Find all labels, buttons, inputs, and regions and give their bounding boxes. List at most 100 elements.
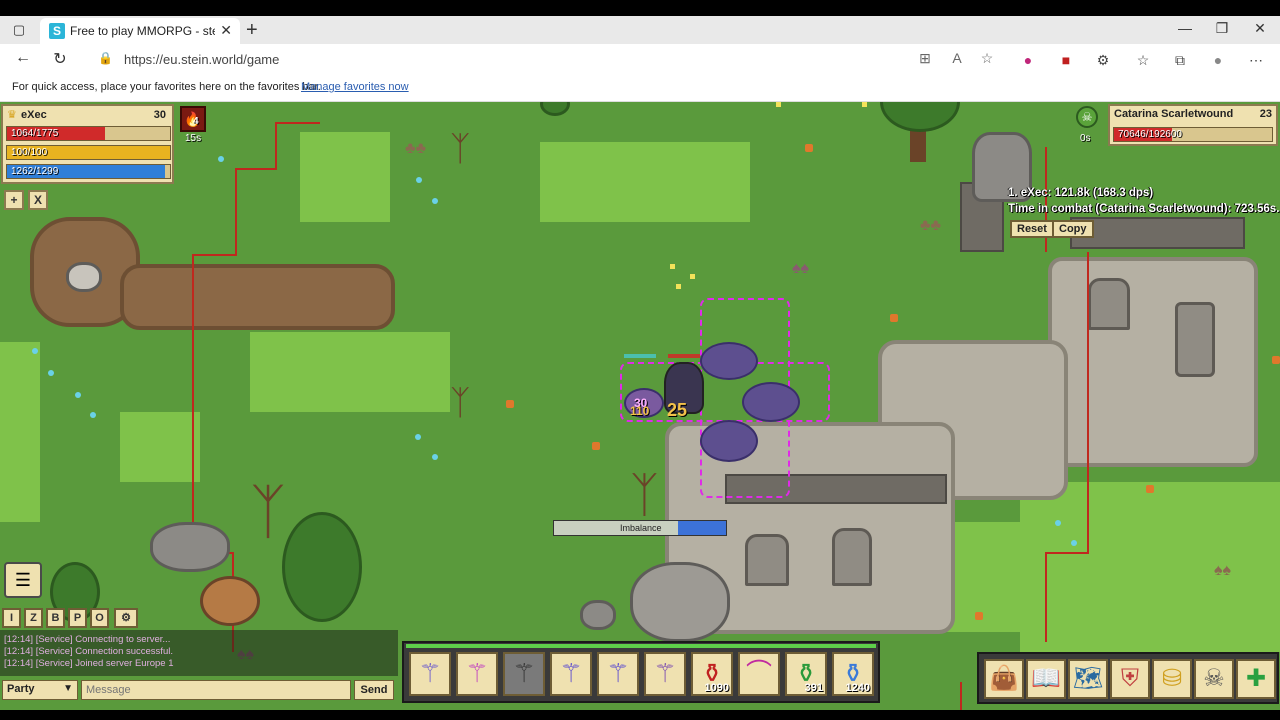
address-bar: ← ↻ 🔒 https://eu.stein.world/game ⊞ A ☆ … <box>0 44 1280 74</box>
favorites-icon[interactable]: ☆ <box>1131 52 1155 69</box>
chat-settings-icon[interactable]: ⚙ <box>114 608 138 628</box>
flower <box>1055 520 1061 526</box>
dps-entry: 1. eXec: 121.8k (168.3 dps) <box>1008 187 1154 199</box>
chat-tab-p[interactable]: P <box>68 608 87 628</box>
chat-send-button[interactable]: Send <box>354 680 394 700</box>
action-slot-9[interactable]: ⚱ 391 <box>785 652 827 696</box>
close-window-button[interactable]: ✕ <box>1245 20 1275 37</box>
refresh-button[interactable]: ↻ <box>49 49 71 69</box>
flower <box>975 612 983 620</box>
stamina-text: 100/100 <box>11 147 48 158</box>
dps-reset-button[interactable]: Reset <box>1010 220 1054 238</box>
chevron-down-icon: ▼ <box>63 683 73 694</box>
staff-icon: ⚚ <box>559 658 583 688</box>
dps-copy-button[interactable]: Copy <box>1052 220 1094 238</box>
favorite-star-icon[interactable]: ☆ <box>976 50 998 67</box>
character-armor-icon[interactable]: ⛨ <box>1110 659 1150 699</box>
player-name: eXec <box>21 109 47 121</box>
zone-boundary <box>275 122 320 124</box>
bare-tree: ᛉ <box>630 469 659 522</box>
close-tab-icon[interactable]: ✕ <box>220 22 232 39</box>
extensions-icon[interactable]: ⚙ <box>1091 52 1115 69</box>
zone-boundary <box>960 682 962 710</box>
action-slot-5[interactable]: ⚚ <box>597 652 639 696</box>
collections-icon[interactable]: ⧉ <box>1168 52 1192 69</box>
chat-message-input[interactable] <box>81 680 351 700</box>
action-slot-1[interactable]: ⚚ <box>409 652 451 696</box>
read-aloud-icon[interactable]: A <box>946 50 968 66</box>
chat-channel-select[interactable]: Party ▼ <box>2 680 78 700</box>
flower <box>415 434 421 440</box>
staff-icon: ⚚ <box>465 658 489 688</box>
flower <box>805 144 813 152</box>
chat-log[interactable]: [12:14] [Service] Connecting to server..… <box>0 630 398 676</box>
mushroom: ♣♣ <box>405 140 426 157</box>
staff-icon: ⚚ <box>606 658 630 688</box>
action-slot-8[interactable]: ⌒ <box>738 652 780 696</box>
site-favicon-icon: S <box>49 23 65 39</box>
quest-book-icon[interactable]: 📖 <box>1026 659 1066 699</box>
minimize-button[interactable]: — <box>1170 20 1200 36</box>
manage-favorites-link[interactable]: Manage favorites now <box>301 81 409 93</box>
flower <box>48 370 54 376</box>
stamina-bar: 100/100 <box>6 145 171 160</box>
grass-patch <box>540 142 750 222</box>
action-slot-3[interactable]: ⚚ <box>503 652 545 696</box>
chat-toggle-icon[interactable]: ☰ <box>4 562 42 598</box>
tab-actions-icon[interactable]: ▢ <box>8 22 30 38</box>
profile-avatar-icon[interactable]: ● <box>1206 52 1230 68</box>
enemy-mini-hp <box>624 354 656 358</box>
mana-bar: 1262/1299 <box>6 164 171 179</box>
bare-tree: ᛉ <box>450 384 471 422</box>
flower <box>432 198 438 204</box>
world-map-icon[interactable]: 🗺 <box>1068 659 1108 699</box>
inventory-bag-icon[interactable]: 👜 <box>984 659 1024 699</box>
grass-patch <box>300 132 390 222</box>
flower <box>218 156 224 162</box>
extension-icon[interactable]: ● <box>1016 52 1040 68</box>
url-field[interactable]: 🔒 https://eu.stein.world/game ⊞ A ☆ <box>84 47 1004 71</box>
maximize-button[interactable]: ❐ <box>1207 20 1237 37</box>
gravestone <box>1088 278 1130 330</box>
health-bar: 1064/1775 <box>6 126 171 141</box>
new-tab-button[interactable]: + <box>246 19 258 42</box>
more-menu-icon[interactable]: ⋯ <box>1244 52 1268 69</box>
action-slot-7[interactable]: ⚱ 1090 <box>691 652 733 696</box>
flower <box>776 102 781 107</box>
expand-hud-button[interactable]: + <box>4 190 24 210</box>
action-slot-10[interactable]: ⚱ 1240 <box>832 652 874 696</box>
flower <box>1071 540 1077 546</box>
imbalance-bar: Imbalance <box>553 520 727 536</box>
shadow-cloud <box>700 420 758 462</box>
browser-tab[interactable]: S Free to play MMORPG - stein.wo ✕ <box>40 18 240 44</box>
chat-line: [12:14] [Service] Joined server Europe 1 <box>4 658 174 669</box>
extension-badge-icon[interactable]: ■ <box>1054 52 1078 68</box>
window-titlebar <box>0 0 1280 16</box>
close-hud-button[interactable]: X <box>28 190 48 210</box>
app-available-icon[interactable]: ⊞ <box>914 50 936 67</box>
back-button[interactable]: ← <box>12 49 34 69</box>
action-slot-6[interactable]: ⚚ <box>644 652 686 696</box>
chat-tab-b[interactable]: B <box>46 608 65 628</box>
favorites-hint: For quick access, place your favorites h… <box>12 81 321 93</box>
action-slot-2[interactable]: ⚚ <box>456 652 498 696</box>
zone-boundary <box>1087 252 1089 552</box>
target-status-panel[interactable]: Catarina Scarletwound 23 70646/192600 <box>1108 104 1278 146</box>
gold-coins-icon[interactable]: ⛁ <box>1152 659 1192 699</box>
gravestone <box>745 534 789 586</box>
action-slot-4[interactable]: ⚚ <box>550 652 592 696</box>
zone-boundary <box>275 122 277 168</box>
flower <box>416 177 422 183</box>
chat-tab-i[interactable]: I <box>2 608 21 628</box>
skull-icon[interactable]: ☠ <box>1194 659 1234 699</box>
chat-tab-o[interactable]: O <box>90 608 109 628</box>
zone-boundary <box>235 168 237 254</box>
stone-floor <box>1048 257 1258 467</box>
zone-boundary <box>235 168 277 170</box>
add-plus-icon[interactable]: ✚ <box>1236 659 1276 699</box>
zone-boundary <box>1045 552 1089 554</box>
target-skull-icon[interactable]: ☠ <box>1076 106 1098 128</box>
chat-tab-z[interactable]: Z <box>24 608 43 628</box>
target-health-bar: 70646/192600 <box>1113 127 1273 142</box>
flower <box>506 400 514 408</box>
